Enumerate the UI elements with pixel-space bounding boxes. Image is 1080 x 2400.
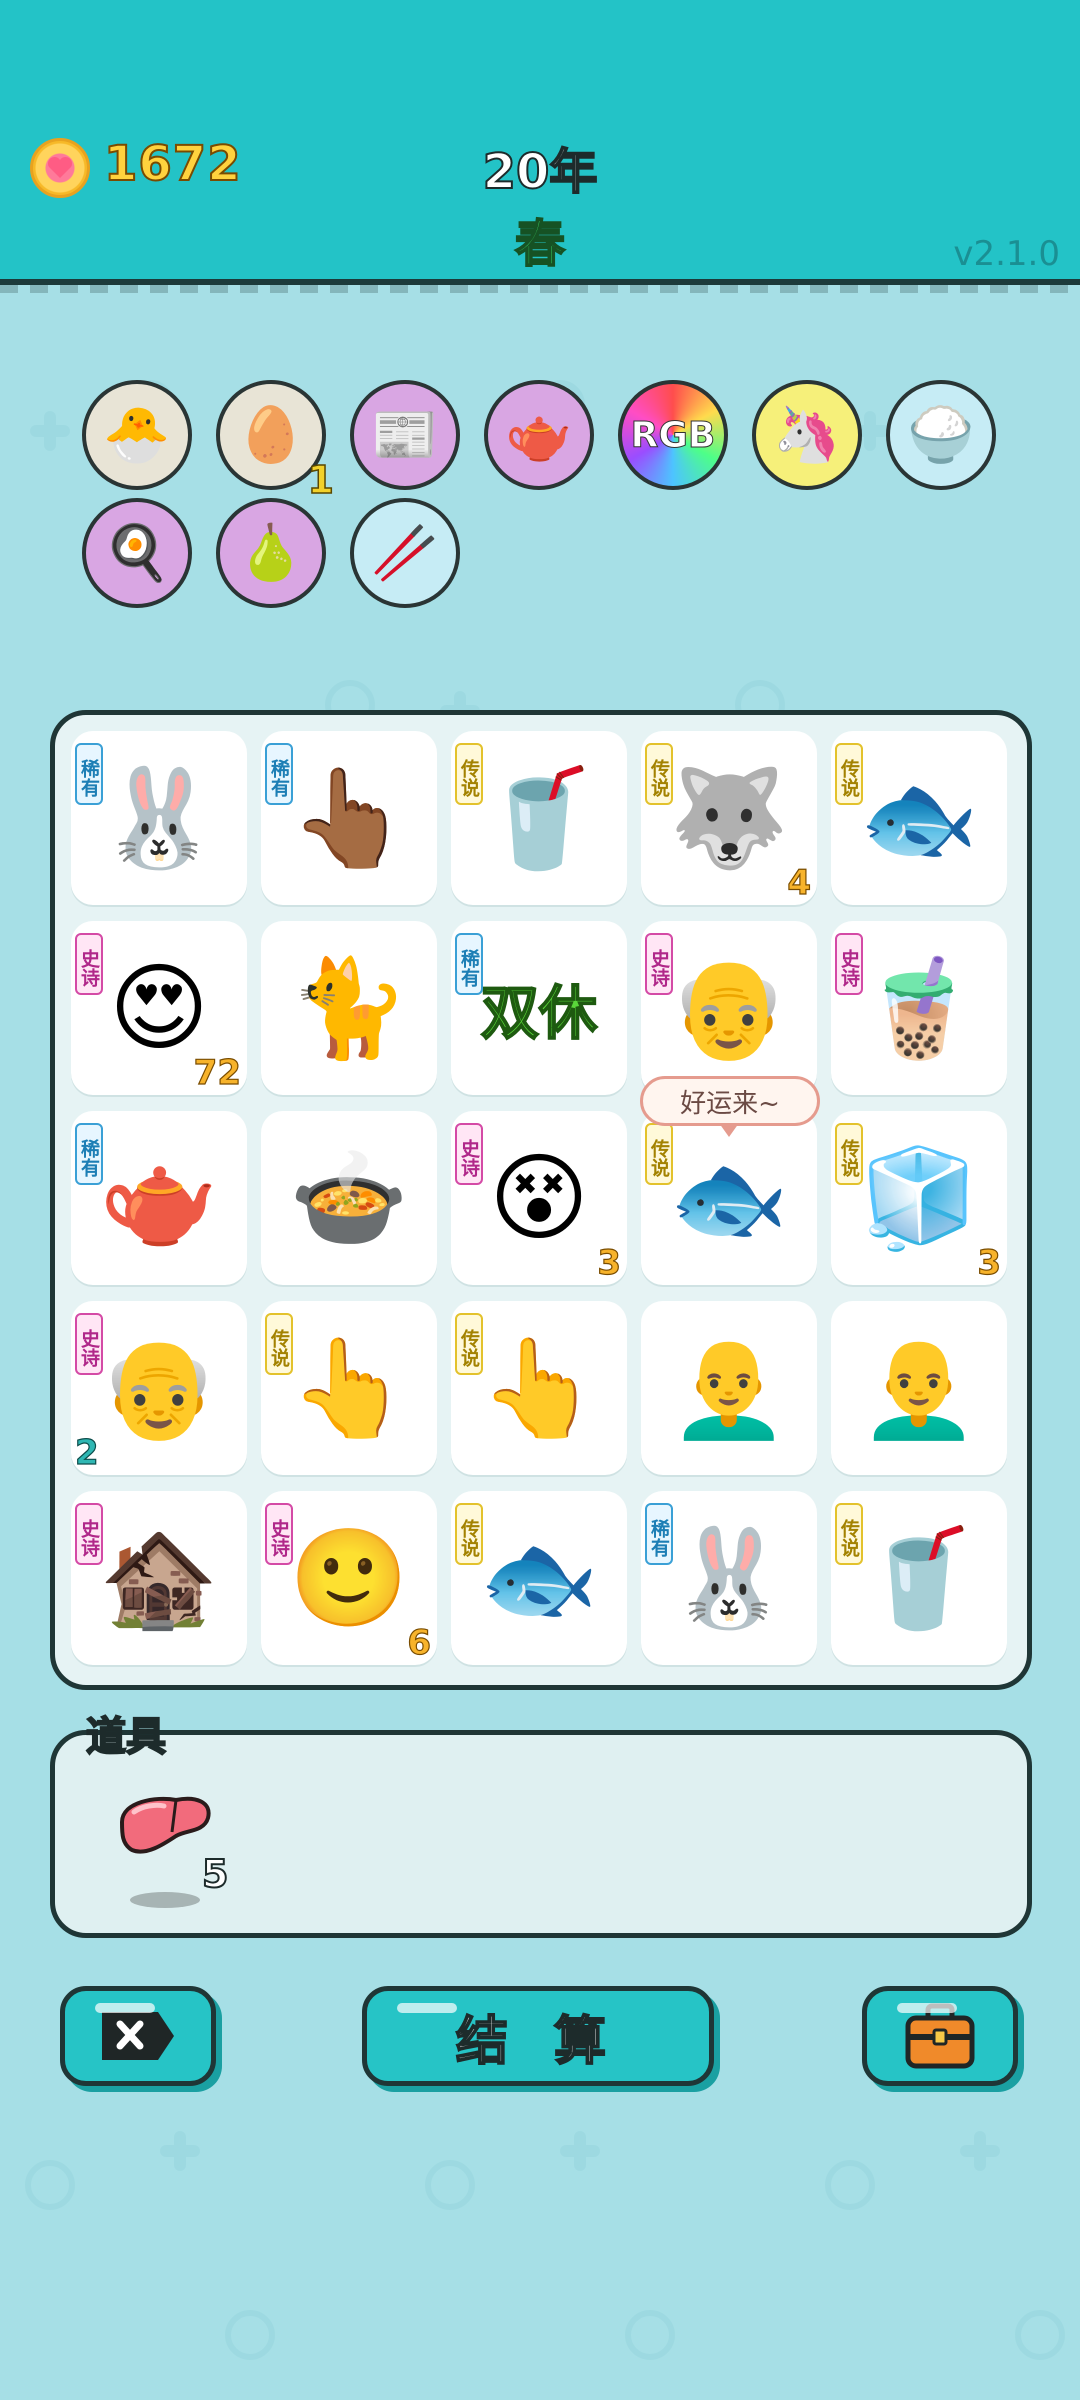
slot-teapot[interactable]: 🫖 稀有	[71, 1111, 247, 1285]
rarity-tag: 稀有	[645, 1503, 673, 1565]
rarity-tag: 史诗	[75, 933, 103, 995]
slot-count: 3	[977, 1242, 1002, 1283]
rarity-tag: 传说	[455, 1503, 483, 1565]
slot-count: 6	[407, 1622, 432, 1663]
slot-yellow-face[interactable]: 🙂 史诗 6	[261, 1491, 437, 1665]
slot-pointing-hand-yellow[interactable]: 👆 传说	[261, 1301, 437, 1475]
rarity-tag: 传说	[645, 743, 673, 805]
liver-count: 5	[201, 1851, 229, 1897]
chick-egg-icon[interactable]: 🐣	[82, 380, 192, 490]
slot-girl-hearts[interactable]: 😍 史诗 72	[71, 921, 247, 1095]
slot-count: 3	[597, 1242, 622, 1283]
rarity-tag: 传说	[835, 1123, 863, 1185]
egg-carton-icon[interactable]: 🥚 1	[216, 380, 335, 503]
slot-rabbit[interactable]: 🐰 稀有	[71, 731, 247, 905]
year-label: 20年	[482, 143, 599, 201]
top-bar: 1672 20年 春 v2.1.0	[0, 0, 1080, 293]
slot-cat[interactable]: 🐈	[261, 921, 437, 1095]
item-count: 1	[307, 457, 335, 503]
rice-bowl-icon[interactable]: 🍚	[886, 380, 996, 490]
slot-koi-fish[interactable]: 🐟 传说	[641, 1111, 817, 1285]
rarity-tag: 传说	[265, 1313, 293, 1375]
unicorn-icon[interactable]: 🦄	[752, 380, 862, 490]
cat-icon: 🐈	[289, 951, 409, 1064]
slot-bald-man[interactable]: 👨‍🦲	[831, 1301, 1007, 1475]
rarity-tag: 传说	[455, 1313, 483, 1375]
rarity-tag: 传说	[835, 743, 863, 805]
collected-items: 🐣 🥚 1 📰 🫖 RGB 🦄 🍚 🍳 🍐 🥢	[82, 380, 1002, 610]
bag-button[interactable]	[862, 1986, 1018, 2086]
rgb-icon[interactable]: RGB	[618, 380, 728, 490]
slot-koi-fish[interactable]: 🐟 传说	[451, 1491, 627, 1665]
slot-bald-man[interactable]: 👨‍🦲	[641, 1301, 817, 1475]
season-label: 春	[514, 214, 566, 274]
slot-koi-fish[interactable]: 🐟 传说	[831, 731, 1007, 905]
rarity-tag: 史诗	[265, 1503, 293, 1565]
coin-count: 1672	[103, 135, 242, 193]
unicorn-icon-glyph: 🦄	[773, 403, 841, 466]
slot-rabbit[interactable]: 🐰 稀有	[641, 1491, 817, 1665]
rarity-tag: 史诗	[455, 1123, 483, 1185]
rarity-tag: 稀有	[265, 743, 293, 805]
gravy-boat-icon[interactable]: 🫖	[484, 380, 594, 490]
close-button[interactable]	[60, 1986, 216, 2086]
rarity-tag: 史诗	[835, 933, 863, 995]
egg-carton-icon-glyph: 🥚	[237, 403, 305, 466]
speech-bubble: 好运来~	[640, 1076, 820, 1137]
slot-pointing-hand-brown[interactable]: 👆🏾 稀有	[261, 731, 437, 905]
liver-shadow	[130, 1892, 200, 1908]
liver-icon[interactable]	[116, 1792, 216, 1862]
briefcase-icon	[905, 2003, 975, 2069]
slot-girl-dizzy[interactable]: 😵 史诗 3	[451, 1111, 627, 1285]
soup-bowl-icon: 🍲	[289, 1141, 409, 1254]
chick-egg-icon-glyph: 🐣	[103, 403, 171, 466]
time-magazine-icon[interactable]: 📰	[350, 380, 460, 490]
heart-coin-icon	[30, 138, 90, 198]
straws-icon-glyph: 🥢	[371, 521, 439, 584]
bald-man-icon: 👨‍🦲	[669, 1331, 789, 1444]
slot-pointing-hand-yellow[interactable]: 👆 传说	[451, 1301, 627, 1475]
rarity-tag: 稀有	[75, 1123, 103, 1185]
slot-husky-king[interactable]: 🐺 传说 4	[641, 731, 817, 905]
version-label: v2.1.0	[953, 234, 1060, 274]
rarity-tag: 史诗	[75, 1503, 103, 1565]
slot-board: 🐰 稀有 👆🏾 稀有 🥤 传说 🐺 传说 4 🐟 传说 😍 史诗 72 🐈 双休 稀有 👴 史诗 🧋 史诗 🫖 稀有 🍲 😵 史诗…	[50, 710, 1032, 1690]
slot-bubble-tea-cup[interactable]: 🥤 传说	[831, 1491, 1007, 1665]
rarity-tag: 稀有	[455, 933, 483, 995]
slot-soup-bowl[interactable]: 🍲	[261, 1111, 437, 1285]
straws-icon[interactable]: 🥢	[350, 498, 460, 608]
rarity-tag: 史诗	[645, 933, 673, 995]
slot-fridge[interactable]: 🧊 传说 3	[831, 1111, 1007, 1285]
rarity-tag: 传说	[835, 1503, 863, 1565]
slot-grandpa-hearts[interactable]: 👴 史诗	[641, 921, 817, 1095]
rarity-tag: 史诗	[75, 1313, 103, 1375]
egg-face-icon[interactable]: 🍳	[82, 498, 192, 608]
slot-grandpa-sad[interactable]: 👴 史诗 2	[71, 1301, 247, 1475]
slot-weekend-sign[interactable]: 双休 稀有	[451, 921, 627, 1095]
settle-button[interactable]: 结 算	[362, 1986, 714, 2086]
slot-count: 72	[193, 1052, 242, 1093]
rice-bowl-icon-glyph: 🍚	[907, 403, 975, 466]
bald-man-icon: 👨‍🦲	[859, 1331, 979, 1444]
slot-bubble-tea-cup[interactable]: 🥤 传说	[451, 731, 627, 905]
slot-haunted-house[interactable]: 🏚️ 史诗	[71, 1491, 247, 1665]
gravy-boat-icon-glyph: 🫖	[505, 403, 573, 466]
slot-count: 4	[787, 862, 812, 903]
rarity-tag: 稀有	[75, 743, 103, 805]
rarity-tag: 传说	[455, 743, 483, 805]
slot-count: 2	[74, 1432, 99, 1473]
pomelo-icon[interactable]: 🍐	[216, 498, 326, 608]
slot-bubble-tea-glass[interactable]: 🧋 史诗	[831, 921, 1007, 1095]
time-magazine-icon-glyph: 📰	[371, 403, 439, 466]
close-icon	[102, 2012, 174, 2060]
rgb-icon-glyph: RGB	[630, 414, 716, 456]
pomelo-icon-glyph: 🍐	[237, 521, 305, 584]
props-title: 道具	[85, 1713, 167, 1761]
rarity-tag: 传说	[645, 1123, 673, 1185]
egg-face-icon-glyph: 🍳	[103, 521, 171, 584]
